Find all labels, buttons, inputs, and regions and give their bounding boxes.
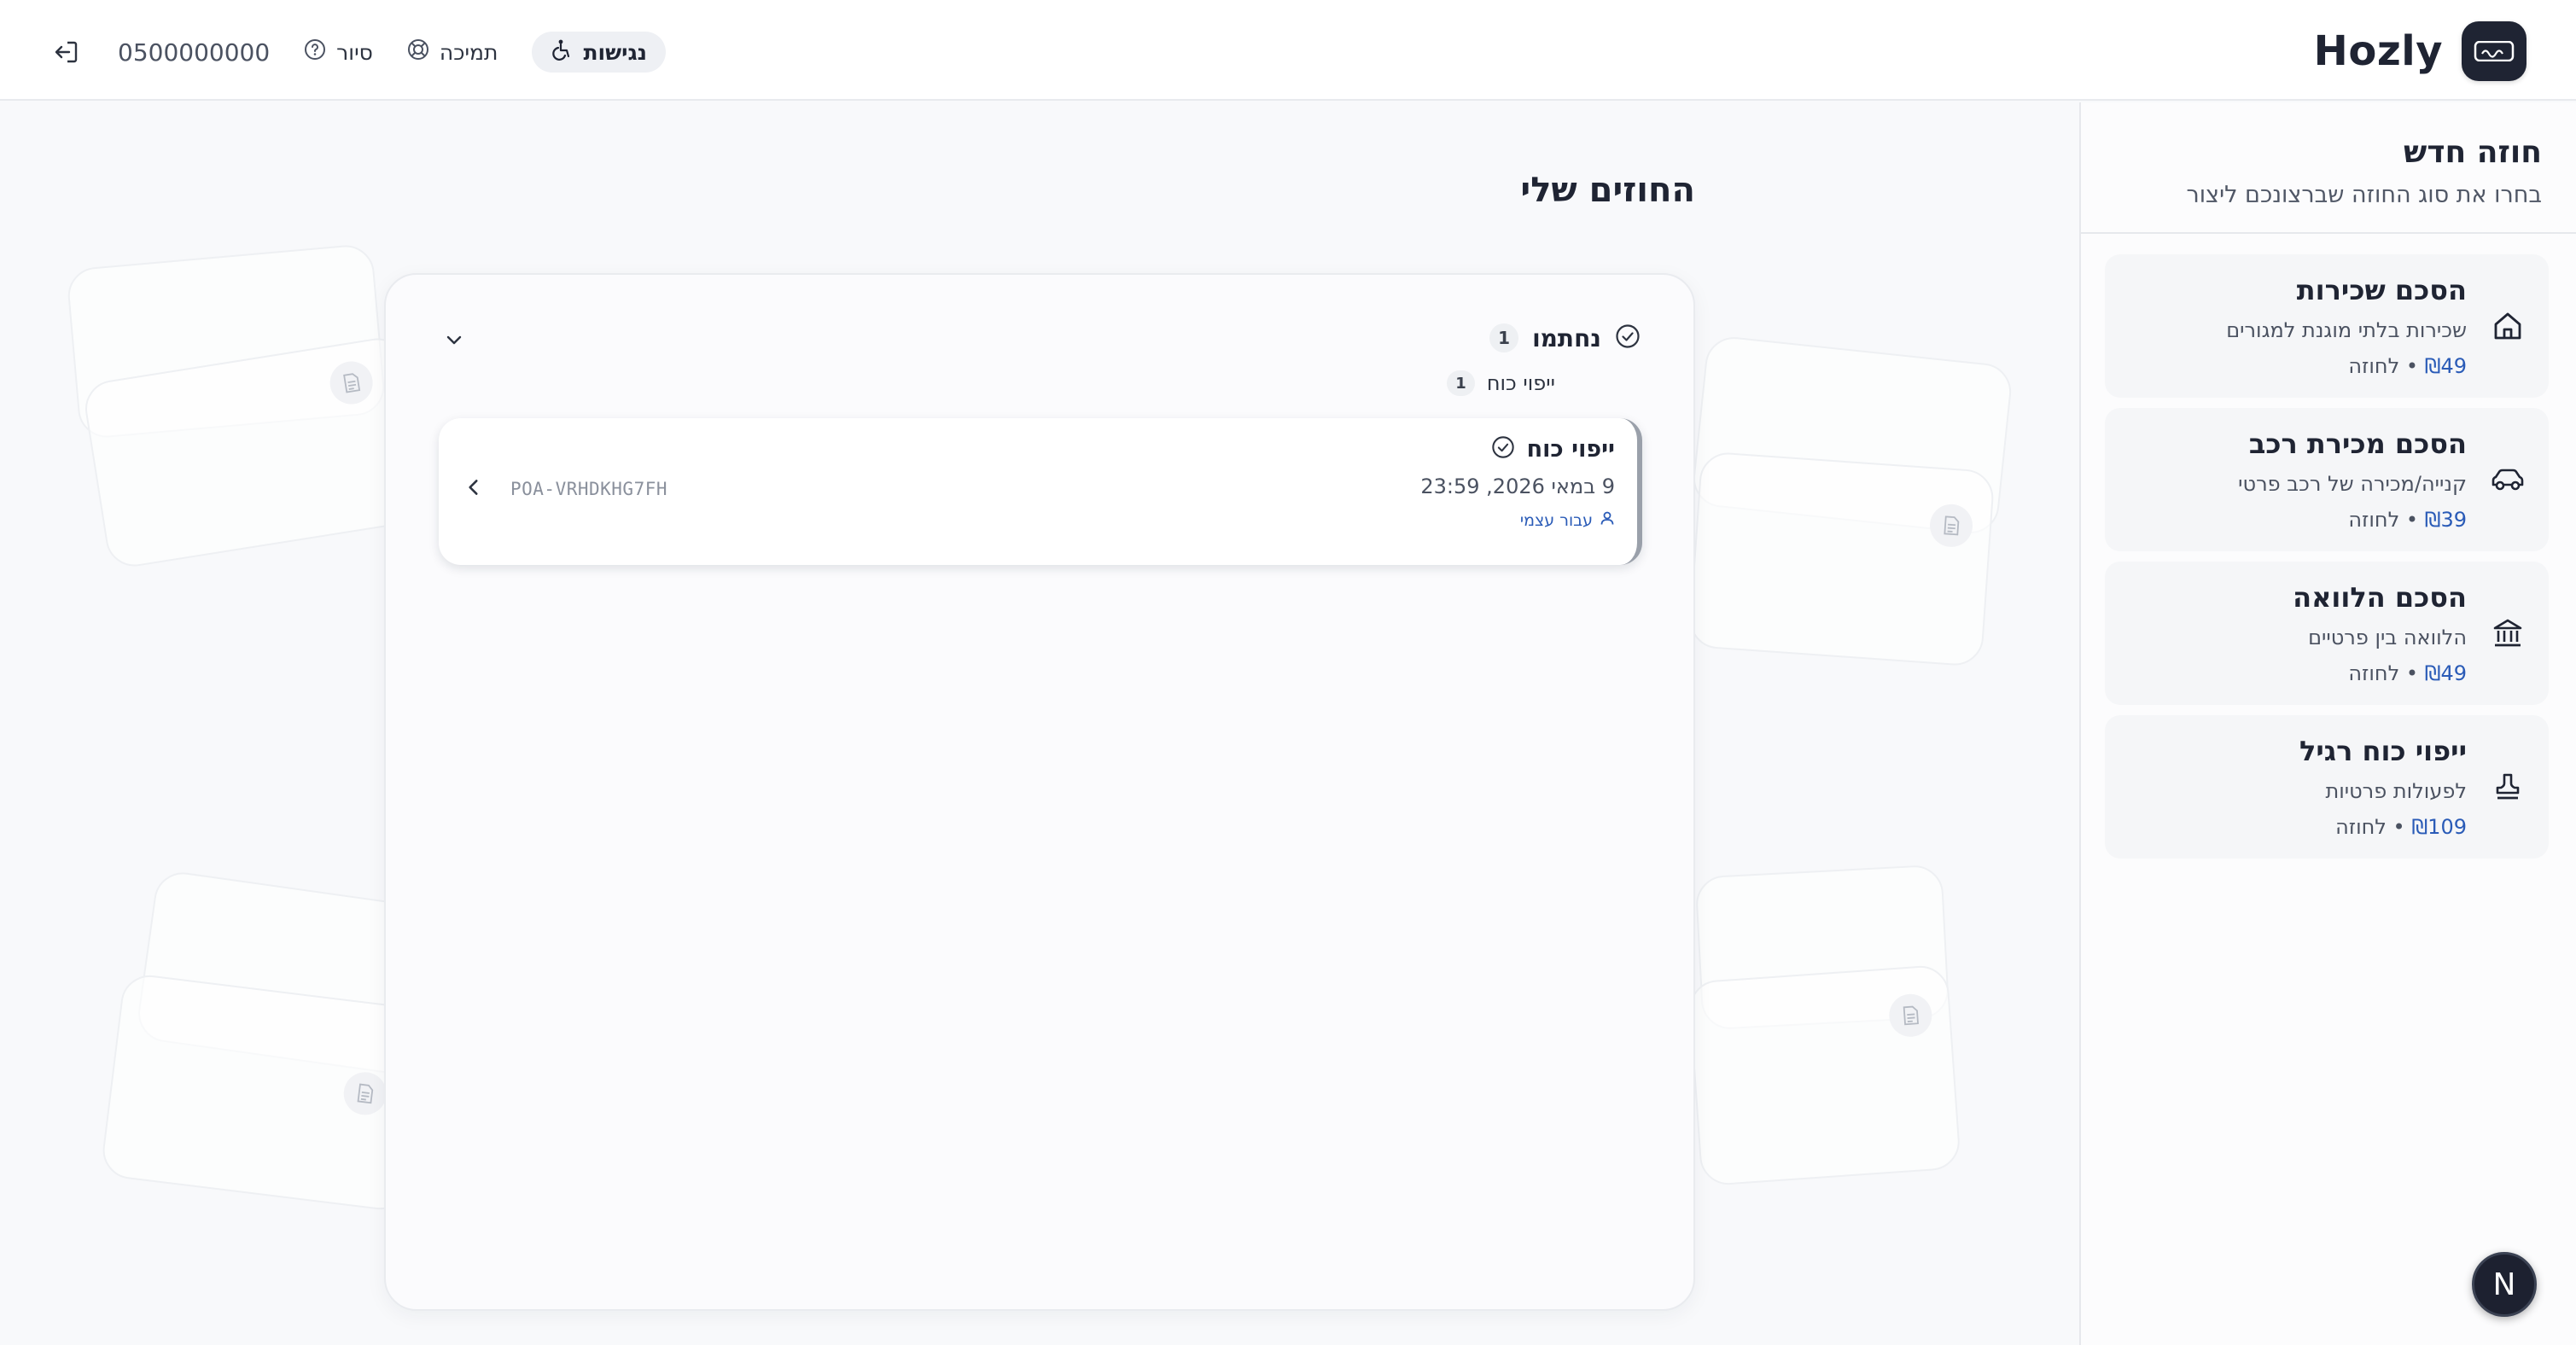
sidebar-title: חוזה חדש xyxy=(2404,135,2542,170)
header-actions: 0500000000 סיור תמיכה נגישות xyxy=(50,26,666,79)
sidebar-header: חוזה חדש בחרו את סוג החוזה שברצונכם ליצו… xyxy=(2186,135,2542,208)
accessibility-button[interactable]: נגישות xyxy=(532,32,666,73)
my-contracts-panel: נחתמו 1 ייפוי כוח 1 ייפוי כוח 9 במאי 202… xyxy=(384,273,1695,1311)
document-icon xyxy=(1928,503,1974,549)
stamp-icon xyxy=(2467,770,2549,804)
group-count-badge: 1 xyxy=(1447,370,1475,396)
brand-logo-icon xyxy=(2462,21,2526,81)
contract-owner: עבור עצמי xyxy=(1420,510,1615,530)
top-header: Hozly 0500000000 סיור תמיכה נגישות xyxy=(0,0,2576,101)
template-price: ₪109 • לחוזה xyxy=(2335,815,2467,839)
support-label: תמיכה xyxy=(439,39,498,65)
background-ghost-card xyxy=(1687,964,1961,1187)
user-icon xyxy=(1600,510,1615,530)
section-title: נחתמו xyxy=(1532,323,1601,352)
group-header: ייפוי כוח 1 xyxy=(1447,369,1555,398)
floating-avatar-button[interactable]: N xyxy=(2472,1252,2537,1317)
template-card-loan[interactable]: הסכם הלוואה הלוואה בין פרטיים ₪49 • לחוז… xyxy=(2105,562,2549,705)
template-title: הסכם הלוואה xyxy=(2293,581,2467,614)
group-title: ייפוי כוח xyxy=(1486,371,1555,395)
sidebar-subtitle: בחרו את סוג החוזה שברצונכם ליצור xyxy=(2186,182,2542,208)
template-card-rental[interactable]: הסכם שכירות שכירות בלתי מוגנת למגורים ₪4… xyxy=(2105,254,2549,398)
template-card-car-sale[interactable]: הסכם מכירת רכב קנייה/מכירה של רכב פרטי ₪… xyxy=(2105,408,2549,551)
lifebuoy-icon xyxy=(407,38,429,66)
template-card-power-of-attorney[interactable]: ייפוי כוח רגיל לפעולות פרטיות ₪109 • לחו… xyxy=(2105,715,2549,859)
template-price: ₪49 • לחוזה xyxy=(2348,661,2467,685)
template-desc: לפעולות פרטיות xyxy=(2325,779,2467,803)
car-icon xyxy=(2467,463,2549,497)
brand-name: Hozly xyxy=(2313,27,2443,75)
contract-card[interactable]: ייפוי כוח 9 במאי 2026, 23:59 עבור עצמי P… xyxy=(439,418,1642,565)
template-price: ₪49 • לחוזה xyxy=(2348,354,2467,378)
sidebar-divider xyxy=(2081,232,2576,234)
template-title: הסכם שכירות xyxy=(2296,274,2467,306)
document-icon xyxy=(327,358,376,408)
template-title: הסכם מכירת רכב xyxy=(2248,428,2467,460)
section-signed-header[interactable]: נחתמו 1 xyxy=(1489,321,1641,355)
template-price: ₪39 • לחוזה xyxy=(2348,508,2467,532)
support-button[interactable]: תמיכה xyxy=(407,38,498,66)
check-circle-icon xyxy=(1615,323,1641,352)
user-phone: 0500000000 xyxy=(118,38,271,67)
collapse-chevron-icon[interactable] xyxy=(439,324,469,355)
contract-title: ייפוי כוח xyxy=(1526,435,1615,463)
template-desc: שכירות בלתי מוגנת למגורים xyxy=(2226,318,2467,342)
section-count-badge: 1 xyxy=(1489,323,1519,352)
template-desc: הלוואה בין פרטיים xyxy=(2308,626,2467,649)
help-circle-icon xyxy=(304,38,326,66)
document-icon xyxy=(1887,993,1934,1039)
home-icon xyxy=(2467,309,2549,343)
check-circle-icon xyxy=(1491,435,1515,463)
contract-owner-label: עבור עצמי xyxy=(1519,510,1593,530)
tour-button[interactable]: סיור xyxy=(304,38,373,66)
accessibility-label: נגישות xyxy=(583,39,647,65)
page-title: החוזים שלי xyxy=(1520,171,1695,210)
wheelchair-icon xyxy=(551,38,573,66)
background-ghost-card xyxy=(1687,451,1996,667)
template-title: ייפוי כוח רגיל xyxy=(2299,735,2467,767)
contract-date: 9 במאי 2026, 23:59 xyxy=(1420,475,1615,498)
template-desc: קנייה/מכירה של רכב פרטי xyxy=(2238,472,2467,496)
logout-icon[interactable] xyxy=(50,35,84,69)
document-icon xyxy=(341,1069,389,1118)
contract-id: POA-VRHDKHG7FH xyxy=(510,479,668,499)
tour-label: סיור xyxy=(336,39,373,65)
brand[interactable]: Hozly xyxy=(2314,20,2526,82)
bank-icon xyxy=(2467,616,2549,650)
chevron-left-icon[interactable] xyxy=(463,476,485,502)
new-contract-sidebar: חוזה חדש בחרו את סוג החוזה שברצונכם ליצו… xyxy=(2079,102,2576,1345)
background-ghost-card xyxy=(99,971,430,1214)
